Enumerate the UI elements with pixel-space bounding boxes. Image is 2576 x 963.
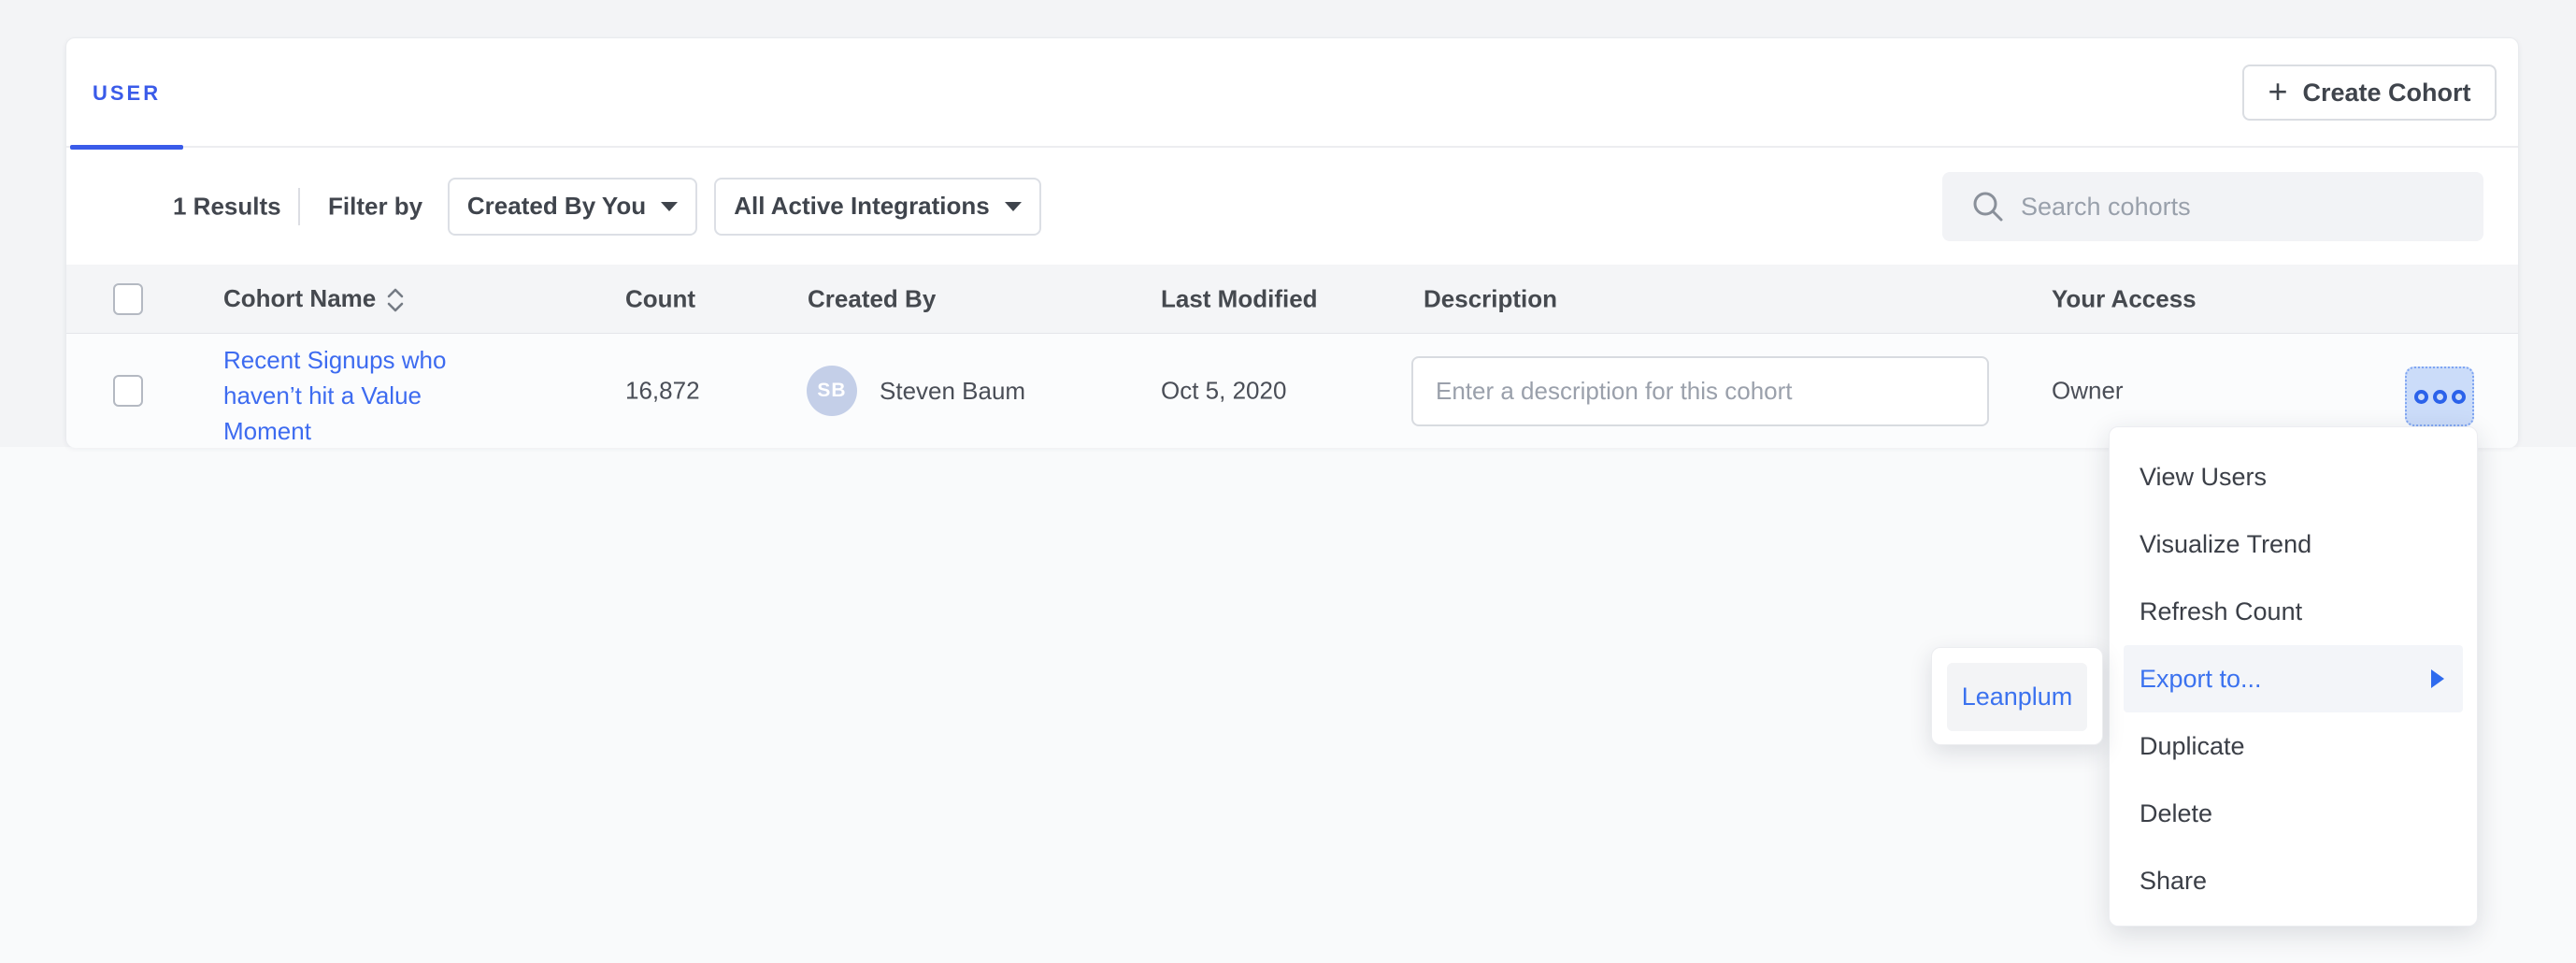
menu-item-label: Refresh Count [2140,597,2302,626]
cohort-name-link[interactable]: Recent Signups who haven’t hit a Value M… [223,342,504,449]
menu-item-delete[interactable]: Delete [2110,780,2477,847]
description-input[interactable] [1411,356,1989,426]
menu-item-duplicate[interactable]: Duplicate [2110,712,2477,780]
menu-item-label: Visualize Trend [2140,530,2311,559]
menu-item-view-users[interactable]: View Users [2110,443,2477,510]
search-box [1942,172,2483,241]
plus-icon: + [2268,75,2287,108]
created-by-dropdown-label: Created By You [467,192,646,221]
caret-down-icon [661,202,678,211]
avatar: SB [807,366,857,416]
tab-user[interactable]: USER [70,38,183,148]
submenu-arrow-icon [2431,669,2444,688]
created-by-name: Steven Baum [880,377,1025,406]
integrations-dropdown[interactable]: All Active Integrations [714,178,1041,236]
export-submenu: Leanplum [1931,647,2103,745]
three-dots-icon [2433,390,2447,404]
three-dots-icon [2414,390,2428,404]
caret-down-icon [1005,202,1022,211]
menu-item-label: Share [2140,867,2207,896]
row-checkbox[interactable] [113,375,143,407]
menu-item-export-to[interactable]: Export to... [2124,645,2463,712]
submenu-item-leanplum[interactable]: Leanplum [1947,663,2087,731]
create-cohort-button[interactable]: + Create Cohort [2242,65,2497,121]
created-by-cell: SB Steven Baum [807,366,1025,416]
search-input[interactable] [2021,193,2465,222]
column-header-your-access: Your Access [2052,284,2197,313]
column-header-created-by: Created By [808,284,936,313]
create-cohort-label: Create Cohort [2303,79,2471,108]
three-dots-icon [2452,390,2466,404]
created-by-dropdown[interactable]: Created By You [448,178,697,236]
row-actions-context-menu: View Users Visualize Trend Refresh Count… [2109,426,2478,927]
access-value: Owner [2052,377,2124,406]
tab-bar: USER + Create Cohort [66,38,2518,148]
sort-arrows-icon [385,286,406,314]
column-header-cohort-name[interactable]: Cohort Name [223,284,406,314]
table-header-row: Cohort Name Count Created By Last Modifi… [66,265,2518,334]
select-all-checkbox[interactable] [113,283,143,315]
search-icon [1968,187,2008,226]
menu-item-label: Duplicate [2140,732,2245,761]
tab-user-label: USER [93,81,161,106]
filter-bar: 1 Results Filter by Created By You All A… [66,148,2518,265]
integrations-dropdown-label: All Active Integrations [734,192,990,221]
more-actions-button[interactable] [2405,367,2474,426]
column-header-count: Count [625,284,695,313]
column-header-description: Description [1424,284,1557,313]
column-header-last-modified: Last Modified [1161,284,1318,313]
column-header-label: Cohort Name [223,284,376,313]
filter-by-label: Filter by [328,192,422,221]
menu-item-refresh-count[interactable]: Refresh Count [2110,578,2477,645]
results-count: 1 Results [173,192,281,221]
menu-item-visualize-trend[interactable]: Visualize Trend [2110,510,2477,578]
menu-item-label: Delete [2140,799,2212,828]
menu-item-label: View Users [2140,463,2267,492]
menu-item-label: Export to... [2140,665,2262,694]
menu-item-share[interactable]: Share [2110,847,2477,914]
divider [298,188,300,225]
cohorts-card: USER + Create Cohort 1 Results Filter by… [65,37,2519,447]
last-modified-value: Oct 5, 2020 [1161,377,1286,406]
count-value: 16,872 [625,377,700,406]
